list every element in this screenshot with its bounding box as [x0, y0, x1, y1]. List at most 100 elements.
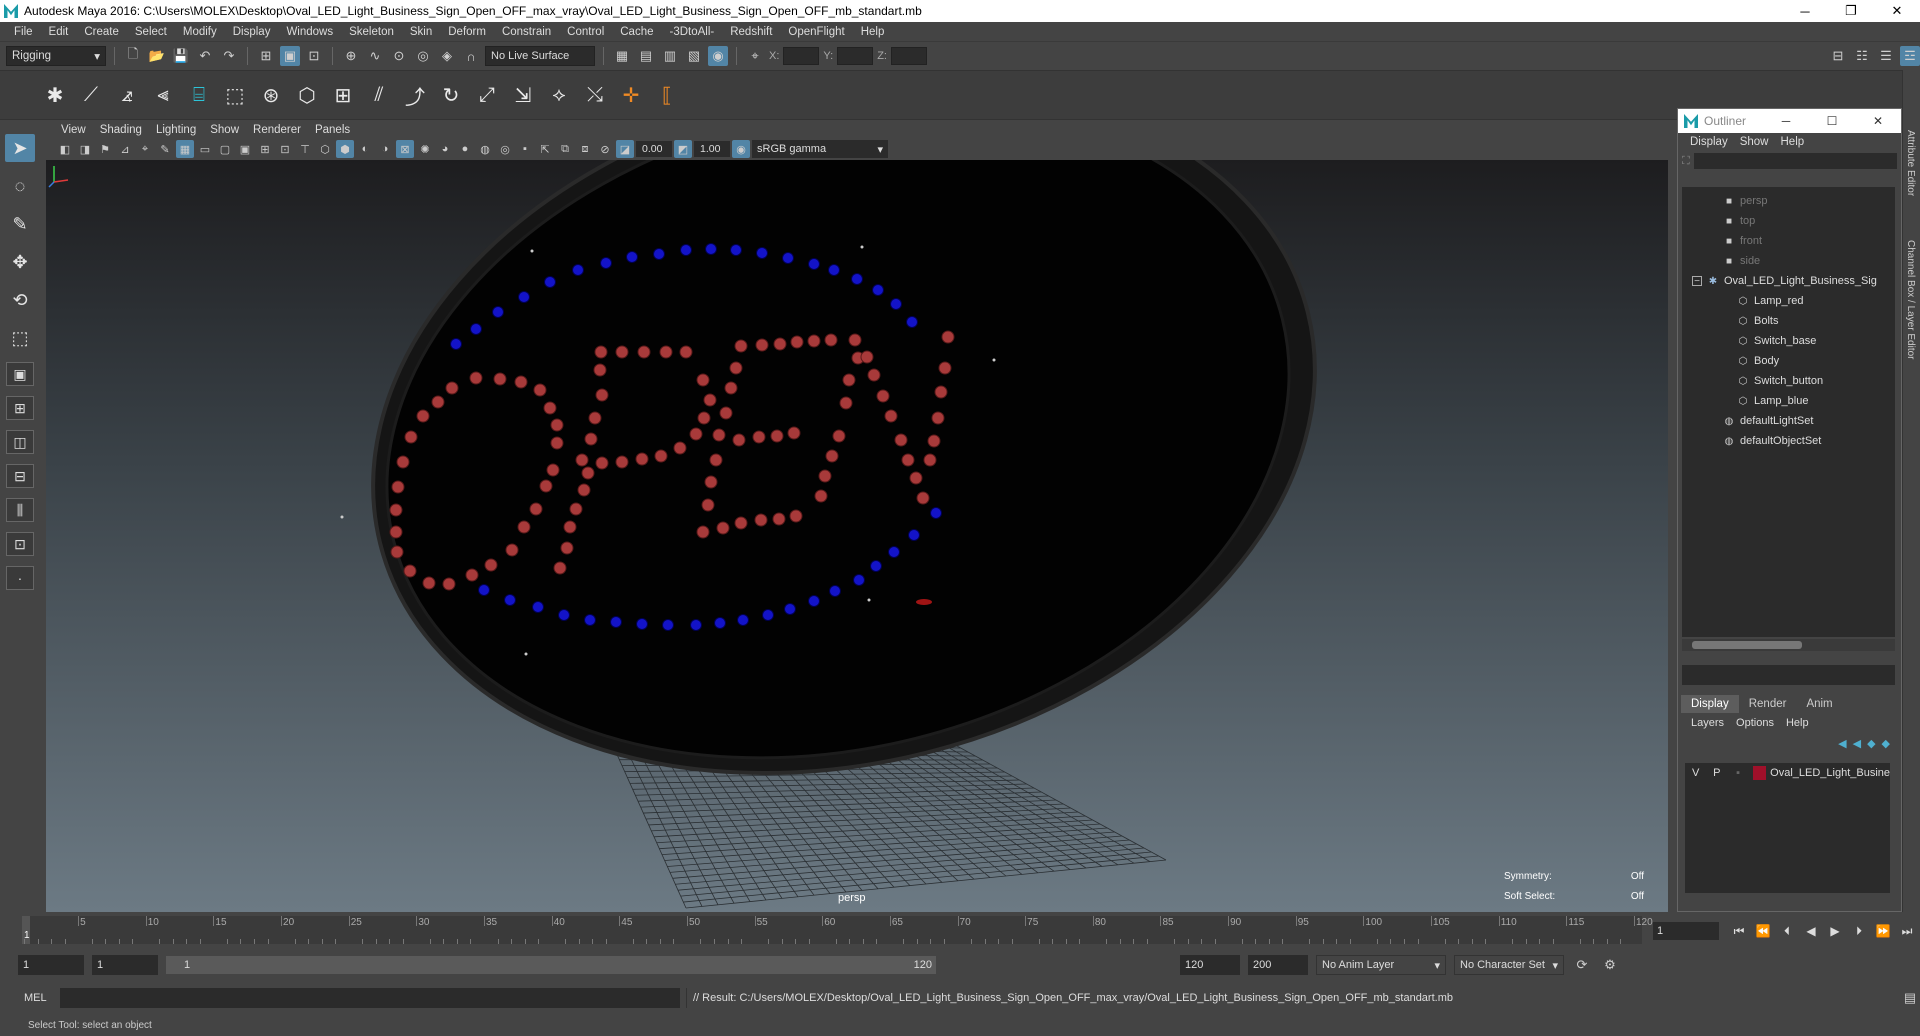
menu-control[interactable]: Control: [559, 26, 612, 38]
hypershade-icon[interactable]: ◉: [708, 46, 728, 66]
bracket-tool-icon[interactable]: ⟦: [652, 80, 682, 110]
exposure-icon[interactable]: ◪: [616, 140, 634, 158]
anim-layer-dropdown[interactable]: No Anim Layer ▾: [1316, 955, 1446, 975]
gamma-icon[interactable]: ◩: [674, 140, 692, 158]
multisample-aa-icon[interactable]: ◎: [496, 140, 514, 158]
use-all-lights-icon[interactable]: ✺: [416, 140, 434, 158]
collapse-icon[interactable]: −: [1692, 276, 1702, 287]
custom-layout-icon[interactable]: ·: [6, 566, 34, 590]
menu-skeleton[interactable]: Skeleton: [341, 26, 402, 38]
transform-mode-icon[interactable]: ⌖: [745, 46, 765, 66]
layer-display-type[interactable]: ▪: [1727, 767, 1748, 779]
field-chart-icon[interactable]: ⊞: [256, 140, 274, 158]
resolution-gate-icon[interactable]: ▢: [216, 140, 234, 158]
smooth-shade-icon[interactable]: ⬢: [336, 140, 354, 158]
vp-menu-view[interactable]: View: [54, 124, 93, 136]
safe-action-icon[interactable]: ⊡: [276, 140, 294, 158]
menu-redshift[interactable]: Redshift: [722, 26, 780, 38]
blend-shape-icon[interactable]: ⊞: [328, 80, 358, 110]
step-forward-key-icon[interactable]: ⏩: [1872, 922, 1894, 940]
grid-icon[interactable]: ▦: [176, 140, 194, 158]
tree-item-group[interactable]: − ✱ Oval_LED_Light_Business_Sig: [1692, 271, 1877, 291]
render-view-icon[interactable]: ▦: [612, 46, 632, 66]
vp-menu-panels[interactable]: Panels: [308, 124, 357, 136]
live-surface-field[interactable]: No Live Surface: [485, 46, 595, 66]
script-language-label[interactable]: MEL: [24, 992, 54, 1004]
menu-select[interactable]: Select: [127, 26, 175, 38]
four-view-layout-icon[interactable]: ⊞: [6, 396, 34, 420]
persp-uv-layout-icon[interactable]: ⊡: [6, 532, 34, 556]
step-forward-frame-icon[interactable]: ⏵: [1848, 922, 1870, 940]
insert-joint-icon[interactable]: ⫷: [148, 80, 178, 110]
step-back-frame-icon[interactable]: ⏴: [1776, 922, 1798, 940]
current-frame-field[interactable]: 1: [1653, 922, 1719, 940]
camera-attributes-icon[interactable]: ◨: [76, 140, 94, 158]
xray-active-icon[interactable]: ⧈: [576, 140, 594, 158]
menu-file[interactable]: File: [6, 26, 41, 38]
select-camera-icon[interactable]: ◧: [56, 140, 74, 158]
select-object-icon[interactable]: ▣: [280, 46, 300, 66]
parent-constraint-icon[interactable]: ⫽: [364, 80, 394, 110]
snap-surface-icon[interactable]: ◈: [437, 46, 457, 66]
vp-menu-show[interactable]: Show: [203, 124, 246, 136]
open-scene-icon[interactable]: 📂: [147, 46, 167, 66]
restore-button[interactable]: ❐: [1828, 0, 1874, 22]
command-input[interactable]: [60, 988, 680, 1008]
bind-skin-icon[interactable]: ⌸: [184, 80, 214, 110]
tree-item-lamp-red[interactable]: ⬡ Lamp_red: [1736, 291, 1804, 311]
cluster-icon[interactable]: ⬚: [220, 80, 250, 110]
vp-menu-shading[interactable]: Shading: [93, 124, 149, 136]
tool-settings-icon[interactable]: ☰: [1876, 46, 1896, 66]
channel-box-tab[interactable]: Channel Box / Layer Editor: [1905, 240, 1916, 360]
move-layer-up-icon[interactable]: ◀: [1838, 737, 1846, 750]
exposure-field[interactable]: 0.00: [636, 141, 672, 157]
z-field[interactable]: [890, 47, 927, 65]
xray-icon[interactable]: ⧉: [556, 140, 574, 158]
menu-edit[interactable]: Edit: [41, 26, 77, 38]
use-default-material-icon[interactable]: ◐: [356, 140, 374, 158]
animation-end-field[interactable]: 200: [1248, 955, 1308, 975]
layer-visibility-toggle[interactable]: V: [1685, 767, 1706, 779]
menu-display[interactable]: Display: [225, 26, 279, 38]
playback-start-field[interactable]: 1: [92, 955, 158, 975]
gamma-field[interactable]: 1.00: [694, 141, 730, 157]
menu-create[interactable]: Create: [76, 26, 127, 38]
rotate-tool-icon[interactable]: ⟲: [5, 286, 35, 314]
menu-openflight[interactable]: OpenFlight: [780, 26, 852, 38]
motion-blur-icon[interactable]: ◍: [476, 140, 494, 158]
isolate-select-icon[interactable]: ⇱: [536, 140, 554, 158]
screen-space-ao-icon[interactable]: ●: [456, 140, 474, 158]
tree-item-bolts[interactable]: ⬡ Bolts: [1736, 311, 1779, 331]
playback-end-field[interactable]: 120: [1180, 955, 1240, 975]
image-plane-icon[interactable]: ⊿: [116, 140, 134, 158]
wireframe-on-shaded-icon[interactable]: ◑: [376, 140, 394, 158]
locator-icon[interactable]: ✛: [616, 80, 646, 110]
tree-item-body[interactable]: ⬡ Body: [1736, 351, 1779, 371]
grease-pencil-icon[interactable]: ✎: [156, 140, 174, 158]
joint-tool-icon[interactable]: ✱: [40, 80, 70, 110]
modeling-toolkit-icon[interactable]: ⊟: [1828, 46, 1848, 66]
timeline-ruler[interactable]: 1 5 10 15 20 25 30 35 40 45 50 55 60 65 70 75 80 85 90 95 1…: [22, 916, 1653, 944]
set-driven-key-icon[interactable]: ⤯: [580, 80, 610, 110]
hypershade-layout-icon[interactable]: ⫼: [6, 498, 34, 522]
scale-tool-icon[interactable]: ⬚: [5, 324, 35, 352]
tree-item-switch-base[interactable]: ⬡ Switch_base: [1736, 331, 1817, 351]
lattice-icon[interactable]: ⊛: [256, 80, 286, 110]
auto-key-icon[interactable]: ⟳: [1572, 955, 1592, 975]
outliner-horizontal-scrollbar[interactable]: [1682, 639, 1895, 651]
pole-vector-icon[interactable]: ⟡: [544, 80, 574, 110]
color-management-icon[interactable]: ◉: [732, 140, 750, 158]
menuset-dropdown[interactable]: Rigging ▾: [6, 46, 106, 66]
new-scene-icon[interactable]: 🗋: [123, 46, 143, 66]
persp-graph-layout-icon[interactable]: ⊟: [6, 464, 34, 488]
menu-cache[interactable]: Cache: [612, 26, 661, 38]
layer-row[interactable]: V P ▪ Oval_LED_Light_Busine: [1685, 763, 1890, 783]
range-slider[interactable]: 1 120: [166, 956, 936, 974]
ipr-render-icon[interactable]: ▥: [660, 46, 680, 66]
menu-help[interactable]: Help: [853, 26, 893, 38]
snap-view-icon[interactable]: ◎: [413, 46, 433, 66]
2d-pan-zoom-icon[interactable]: ⌖: [136, 140, 154, 158]
ik-handle-icon[interactable]: ⟋: [76, 80, 106, 110]
layer-color-swatch[interactable]: [1752, 766, 1767, 780]
outliner-maximize-button[interactable]: ☐: [1809, 114, 1855, 128]
